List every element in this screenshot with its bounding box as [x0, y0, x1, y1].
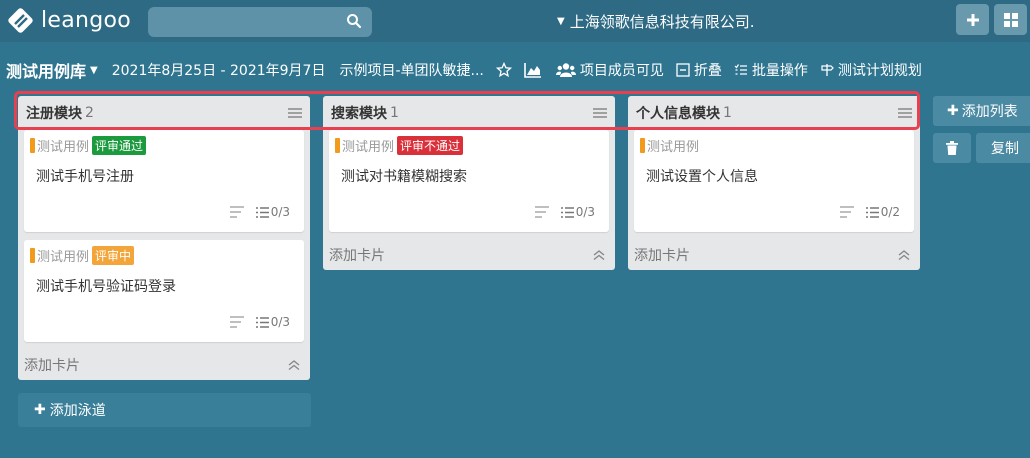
board-header: 测试用例库 ▼ 2021年8月25日 - 2021年9月7日 示例项目-单团队敏… [0, 58, 1030, 82]
plus-icon: ✚ [34, 402, 46, 418]
collapse-label: 折叠 [693, 63, 722, 79]
add-card-label: 添加卡片 [634, 248, 690, 264]
board-date-range[interactable]: 2021年8月25日 - 2021年9月7日 [112, 60, 326, 80]
card-type: 测试用例 [342, 140, 395, 155]
search-icon[interactable] [346, 13, 362, 29]
board-title[interactable]: 测试用例库 [6, 58, 86, 82]
list-register: 注册模块 2 测试用例 评审通过 测试手机号注册 0/3 测试用例 评审中 测试… [18, 96, 310, 380]
visibility-button[interactable]: 项目成员可见 [555, 60, 664, 80]
board-project[interactable]: 示例项目-单团队敏捷... [339, 60, 483, 80]
checklist-icon [560, 206, 574, 218]
leangoo-logo-icon [8, 8, 33, 33]
org-name: 上海领歌信息科技有限公司. [569, 13, 755, 31]
grid-icon [1003, 12, 1018, 27]
list-count: 2 [85, 105, 94, 121]
double-chevron-up-icon[interactable] [288, 359, 300, 371]
copy-button[interactable]: 复制 [976, 133, 1030, 163]
search-input[interactable] [148, 7, 372, 37]
checklist-icon [255, 316, 269, 328]
list-title: 注册模块 [26, 106, 82, 122]
checklist-icon [255, 206, 269, 218]
org-selector[interactable]: ▼ 上海领歌信息科技有限公司. [557, 11, 754, 32]
test-plan-button[interactable]: 测试计划规划 [820, 60, 922, 80]
add-card-button[interactable]: 添加卡片 [323, 240, 615, 270]
add-list-button[interactable]: ✚ 添加列表 [933, 96, 1030, 126]
add-lane-label: 添加泳道 [49, 403, 106, 419]
logo-text: leangoo [41, 8, 132, 33]
add-lane-button[interactable]: ✚ 添加泳道 [18, 393, 311, 427]
menu-icon[interactable] [593, 107, 607, 119]
card-flag [30, 138, 35, 153]
caret-down-icon: ▼ [557, 16, 565, 27]
card-type: 测试用例 [37, 250, 90, 265]
status-badge: 评审中 [92, 246, 135, 265]
card[interactable]: 测试用例 评审中 测试手机号验证码登录 0/3 [24, 240, 304, 342]
list-header[interactable]: 注册模块 2 [18, 96, 310, 130]
area-chart-icon [524, 63, 541, 78]
add-list-label: 添加列表 [961, 104, 1018, 120]
plus-icon [966, 13, 979, 26]
card-type: 测试用例 [647, 140, 700, 155]
card-title: 测试设置个人信息 [646, 169, 758, 185]
double-chevron-up-icon[interactable] [593, 249, 605, 261]
add-card-button[interactable]: 添加卡片 [628, 240, 920, 270]
card-flag [640, 138, 645, 153]
description-icon [229, 206, 244, 218]
double-chevron-up-icon[interactable] [898, 249, 910, 261]
list-count: 1 [390, 105, 399, 121]
plus-icon: ✚ [947, 103, 959, 119]
checklist-count: 0/3 [270, 205, 290, 219]
trash-icon [946, 141, 958, 155]
list-count: 1 [723, 105, 732, 121]
star-button[interactable] [495, 62, 516, 78]
description-icon [229, 316, 244, 328]
list-header[interactable]: 个人信息模块 1 [628, 96, 920, 130]
users-icon [555, 63, 576, 77]
top-bar: leangoo ▼ 上海领歌信息科技有限公司. [0, 0, 1030, 42]
card-flag [335, 138, 340, 153]
checklist-icon [734, 64, 747, 75]
caret-down-icon[interactable]: ▼ [90, 65, 98, 76]
star-icon [495, 62, 512, 78]
list-search: 搜索模块 1 测试用例 评审不通过 测试对书籍模糊搜索 0/3 添加卡片 [323, 96, 615, 270]
checklist-count: 0/3 [270, 315, 290, 329]
description-icon [534, 206, 549, 218]
copy-label: 复制 [991, 141, 1019, 157]
card-flag [30, 248, 35, 263]
checklist-icon [865, 206, 879, 218]
status-badge: 评审通过 [92, 136, 147, 155]
chart-button[interactable] [524, 62, 546, 78]
list-profile: 个人信息模块 1 测试用例 测试设置个人信息 0/2 添加卡片 [628, 96, 920, 270]
card[interactable]: 测试用例 评审通过 测试手机号注册 0/3 [24, 130, 304, 232]
menu-icon[interactable] [898, 107, 912, 119]
signpost-icon [821, 64, 834, 76]
card-title: 测试对书籍模糊搜索 [341, 169, 467, 185]
add-card-label: 添加卡片 [24, 358, 80, 374]
app-logo[interactable]: leangoo [7, 7, 131, 34]
visibility-label: 项目成员可见 [579, 63, 664, 79]
batch-label: 批量操作 [751, 63, 808, 79]
checklist-count: 0/3 [575, 205, 595, 219]
menu-icon[interactable] [288, 107, 302, 119]
add-button[interactable] [956, 4, 989, 35]
card-title: 测试手机号注册 [36, 169, 134, 185]
list-header[interactable]: 搜索模块 1 [323, 96, 615, 130]
card[interactable]: 测试用例 测试设置个人信息 0/2 [634, 130, 914, 232]
checklist-count: 0/2 [880, 205, 900, 219]
status-badge: 评审不通过 [397, 136, 464, 155]
add-card-label: 添加卡片 [329, 248, 385, 264]
test-plan-label: 测试计划规划 [837, 63, 922, 79]
description-icon [839, 206, 854, 218]
add-card-button[interactable]: 添加卡片 [18, 350, 310, 380]
delete-button[interactable] [933, 133, 971, 163]
collapse-icon [676, 63, 690, 77]
apps-button[interactable] [994, 4, 1027, 35]
card[interactable]: 测试用例 评审不通过 测试对书籍模糊搜索 0/3 [329, 130, 609, 232]
batch-button[interactable]: 批量操作 [734, 60, 808, 80]
list-title: 个人信息模块 [636, 106, 720, 122]
card-type: 测试用例 [37, 140, 90, 155]
list-title: 搜索模块 [331, 106, 387, 122]
card-title: 测试手机号验证码登录 [36, 279, 176, 295]
collapse-button[interactable]: 折叠 [676, 60, 722, 80]
